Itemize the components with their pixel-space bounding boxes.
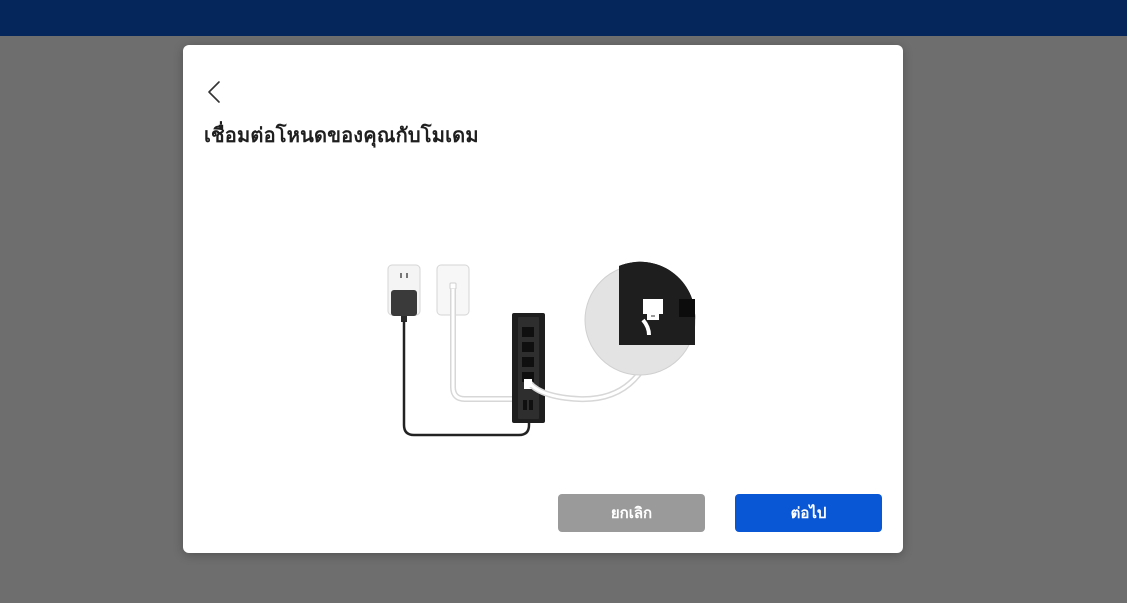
next-button[interactable]: ต่อไป — [735, 494, 882, 532]
node-device-icon — [512, 313, 545, 423]
connect-node-dialog: เชื่อมต่อโหนดของคุณกับโมเดม ยกเลิก ต่อไป — [183, 45, 903, 553]
cancel-button[interactable]: ยกเลิก — [558, 494, 705, 532]
power-outlet-icon — [387, 264, 421, 322]
node-modem-connection-illustration — [387, 261, 696, 437]
chevron-left-icon — [208, 81, 220, 103]
power-cable — [402, 321, 531, 437]
top-bar — [0, 0, 1127, 36]
dialog-title: เชื่อมต่อโหนดของคุณกับโมเดม — [204, 123, 479, 147]
port-zoom-callout — [584, 261, 696, 376]
back-button[interactable] — [203, 79, 225, 105]
